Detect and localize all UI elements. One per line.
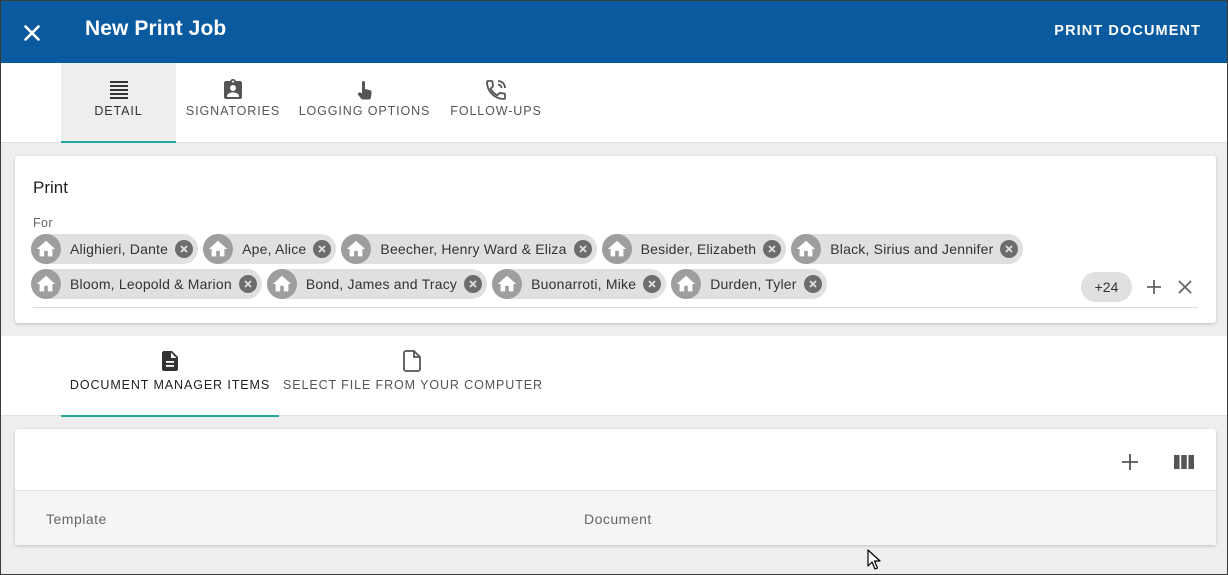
recipient-chip[interactable]: Bond, James and Tracy [266,269,488,299]
chip-row-1: Alighieri, Dante Ape, Alice Beecher, Hen… [31,234,1071,264]
recipient-chip[interactable]: Bloom, Leopold & Marion [31,269,262,299]
phone-icon [486,80,506,100]
table-header: Template Document [15,490,1216,545]
chip-label: Besider, Elizabeth [640,241,757,257]
column-header-template[interactable]: Template [46,511,107,527]
chip-label: Ape, Alice [242,241,307,257]
chip-row-2: Bloom, Leopold & Marion Bond, James and … [31,269,1071,299]
chip-label: Black, Sirius and Jennifer [830,241,994,257]
file-outline-icon [403,350,421,372]
remove-icon[interactable] [573,240,592,258]
recipient-chip[interactable]: Durden, Tyler [671,269,827,299]
house-icon [492,269,523,299]
recipient-chips: Alighieri, Dante Ape, Alice Beecher, Hen… [31,234,1071,304]
tab-label: SELECT FILE FROM YOUR COMPUTER [283,378,543,392]
remove-icon[interactable] [175,240,194,258]
house-icon [31,269,61,299]
remove-icon[interactable] [643,275,662,293]
house-icon [671,269,702,299]
app-bar: New Print Job PRINT DOCUMENT [1,1,1227,63]
close-icon[interactable] [1176,278,1194,296]
house-icon [791,234,822,264]
remove-icon[interactable] [238,275,257,293]
clipboard-account-icon [224,79,242,99]
chip-label: Alighieri, Dante [70,241,169,257]
chip-label: Bond, James and Tracy [305,276,458,292]
print-card: Print For Alighieri, Dante Ape, Alice Be… [15,156,1216,323]
window-frame: New Print Job PRINT DOCUMENT DETAIL SIGN… [0,0,1228,575]
tab-follow-ups[interactable]: FOLLOW-UPS [447,63,545,143]
house-icon [266,269,297,299]
columns-icon[interactable] [1173,451,1195,473]
house-icon [31,234,61,264]
house-icon [601,234,632,264]
list-icon [109,81,128,99]
tab-label: LOGGING OPTIONS [298,104,431,118]
recipient-chip[interactable]: Ape, Alice [203,234,337,264]
source-tabs: DOCUMENT MANAGER ITEMS SELECT FILE FROM … [1,336,1227,417]
recipient-chip[interactable]: Alighieri, Dante [31,234,199,264]
tab-document-manager-items[interactable]: DOCUMENT MANAGER ITEMS [61,336,279,417]
tab-label: FOLLOW-UPS [450,104,542,118]
chip-label: Durden, Tyler [710,276,797,292]
plus-icon[interactable] [1119,451,1141,473]
remove-icon[interactable] [464,275,483,293]
house-icon [341,234,372,264]
tab-select-file[interactable]: SELECT FILE FROM YOUR COMPUTER [283,336,543,416]
document-icon [162,351,178,371]
card-title: Print [33,178,68,197]
field-underline [33,307,1198,308]
close-icon[interactable] [19,20,45,46]
tab-detail[interactable]: DETAIL [61,63,176,143]
recipient-chip[interactable]: Besider, Elizabeth [601,234,787,264]
house-icon [203,234,234,264]
column-header-document[interactable]: Document [584,511,652,527]
tab-label: DOCUMENT MANAGER ITEMS [69,378,271,392]
recipient-chip[interactable]: Buonarroti, Mike [492,269,667,299]
documents-table-card: Template Document [15,429,1216,545]
main-tabs: DETAIL SIGNATORIES LOGGING OPTIONS FOLLO… [1,63,1227,143]
print-document-button[interactable]: PRINT DOCUMENT [1054,23,1201,39]
for-label: For [33,216,53,230]
chip-label: Beecher, Henry Ward & Eliza [380,241,567,257]
touch-icon [357,81,372,100]
tab-signatories[interactable]: SIGNATORIES [181,63,285,143]
remove-icon[interactable] [763,240,782,258]
more-recipients-chip[interactable]: +24 [1081,272,1132,302]
plus-icon[interactable] [1145,278,1163,296]
remove-icon[interactable] [1000,240,1019,258]
recipient-chip[interactable]: Beecher, Henry Ward & Eliza [341,234,597,264]
remove-icon[interactable] [313,240,332,258]
page-title: New Print Job [85,17,227,40]
tab-label: SIGNATORIES [185,104,281,118]
chip-label: Buonarroti, Mike [531,276,637,292]
tab-label: DETAIL [94,104,143,118]
tab-logging-options[interactable]: LOGGING OPTIONS [295,63,434,143]
remove-icon[interactable] [803,275,822,293]
mouse-cursor-icon [867,549,881,570]
recipient-chip[interactable]: Black, Sirius and Jennifer [791,234,1024,264]
chip-label: Bloom, Leopold & Marion [70,276,232,292]
